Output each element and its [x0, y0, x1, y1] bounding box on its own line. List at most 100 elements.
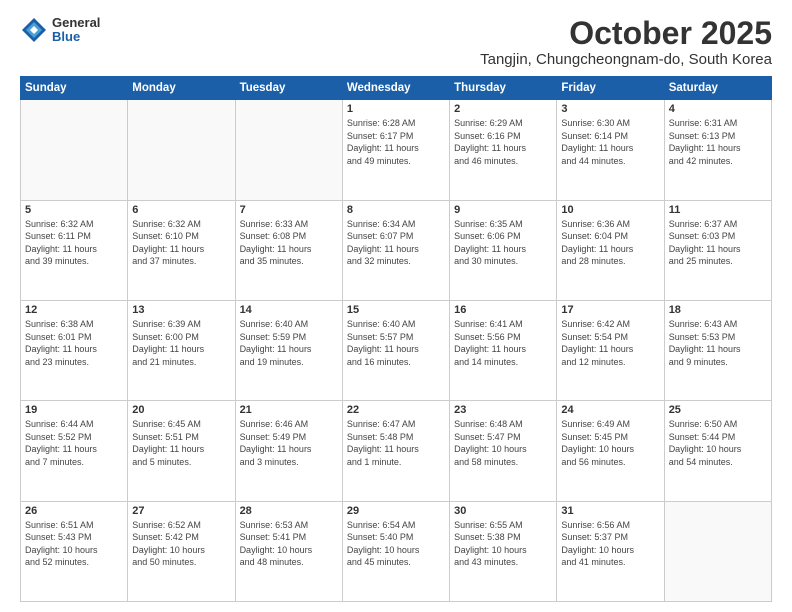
table-row: 9 Sunrise: 6:35 AM Sunset: 6:06 PM Daylig… [450, 200, 557, 300]
table-row: 6Sunrise: 6:32 AM Sunset: 6:10 PM Daylig… [128, 200, 235, 300]
day-number: 23 [454, 404, 552, 416]
day-number: 3 [561, 103, 659, 115]
day-info: Sunrise: 6:37 AM Sunset: 6:03 PM Dayligh… [669, 218, 767, 268]
calendar-body: 1 Sunrise: 6:28 AM Sunset: 6:17 PM Daylig… [21, 100, 772, 602]
day-info: Sunrise: 6:53 AM Sunset: 5:41 PM Dayligh… [240, 519, 338, 569]
table-row [21, 100, 128, 200]
col-wednesday: Wednesday [342, 77, 449, 100]
col-saturday: Saturday [664, 77, 771, 100]
table-row: 13 Sunrise: 6:39 AM Sunset: 6:00 PM Dayli… [128, 300, 235, 400]
page: General Blue October 2025 Tangjin, Chung… [0, 0, 792, 612]
day-info: Sunrise: 6:31 AM Sunset: 6:13 PM Dayligh… [669, 117, 767, 167]
table-row: 3Sunrise: 6:30 AM Sunset: 6:14 PM Daylig… [557, 100, 664, 200]
table-row: 31 Sunrise: 6:56 AM Sunset: 5:37 PM Dayli… [557, 501, 664, 601]
table-row: 22Sunrise: 6:47 AM Sunset: 5:48 PM Dayli… [342, 401, 449, 501]
logo-icon [20, 16, 48, 44]
day-number: 7 [240, 204, 338, 216]
day-info: Sunrise: 6:34 AM Sunset: 6:07 PM Dayligh… [347, 218, 445, 268]
day-number: 18 [669, 304, 767, 316]
table-row: 26 Sunrise: 6:51 AM Sunset: 5:43 PM Dayli… [21, 501, 128, 601]
day-number: 12 [25, 304, 123, 316]
table-row: 20 Sunrise: 6:45 AM Sunset: 5:51 PM Dayli… [128, 401, 235, 501]
day-number: 9 [454, 204, 552, 216]
day-number: 8 [347, 204, 445, 216]
table-row: 23 Sunrise: 6:48 AM Sunset: 5:47 PM Dayli… [450, 401, 557, 501]
day-number: 17 [561, 304, 659, 316]
calendar-week-5: 26 Sunrise: 6:51 AM Sunset: 5:43 PM Dayli… [21, 501, 772, 601]
table-row: 8 Sunrise: 6:34 AM Sunset: 6:07 PM Daylig… [342, 200, 449, 300]
table-row: 14 Sunrise: 6:40 AM Sunset: 5:59 PM Dayli… [235, 300, 342, 400]
table-row: 10 Sunrise: 6:36 AM Sunset: 6:04 PM Dayli… [557, 200, 664, 300]
table-row: 24Sunrise: 6:49 AM Sunset: 5:45 PM Dayli… [557, 401, 664, 501]
day-info: Sunrise: 6:42 AM Sunset: 5:54 PM Dayligh… [561, 318, 659, 368]
day-info: Sunrise: 6:40 AM Sunset: 5:57 PM Dayligh… [347, 318, 445, 368]
day-info: Sunrise: 6:41 AM Sunset: 5:56 PM Dayligh… [454, 318, 552, 368]
logo: General Blue [20, 16, 100, 45]
day-info: Sunrise: 6:45 AM Sunset: 5:51 PM Dayligh… [132, 418, 230, 468]
day-number: 20 [132, 404, 230, 416]
day-number: 2 [454, 103, 552, 115]
table-row: 17 Sunrise: 6:42 AM Sunset: 5:54 PM Dayli… [557, 300, 664, 400]
day-info: Sunrise: 6:54 AM Sunset: 5:40 PM Dayligh… [347, 519, 445, 569]
day-info: Sunrise: 6:36 AM Sunset: 6:04 PM Dayligh… [561, 218, 659, 268]
day-number: 11 [669, 204, 767, 216]
table-row: 21Sunrise: 6:46 AM Sunset: 5:49 PM Dayli… [235, 401, 342, 501]
day-number: 28 [240, 505, 338, 517]
day-number: 26 [25, 505, 123, 517]
day-number: 13 [132, 304, 230, 316]
table-row [664, 501, 771, 601]
table-row: 25 Sunrise: 6:50 AM Sunset: 5:44 PM Dayli… [664, 401, 771, 501]
day-info: Sunrise: 6:28 AM Sunset: 6:17 PM Dayligh… [347, 117, 445, 167]
day-info: Sunrise: 6:39 AM Sunset: 6:00 PM Dayligh… [132, 318, 230, 368]
day-number: 5 [25, 204, 123, 216]
day-number: 10 [561, 204, 659, 216]
table-row: 18 Sunrise: 6:43 AM Sunset: 5:53 PM Dayli… [664, 300, 771, 400]
day-info: Sunrise: 6:44 AM Sunset: 5:52 PM Dayligh… [25, 418, 123, 468]
col-tuesday: Tuesday [235, 77, 342, 100]
table-row: 11 Sunrise: 6:37 AM Sunset: 6:03 PM Dayli… [664, 200, 771, 300]
day-info: Sunrise: 6:32 AM Sunset: 6:11 PM Dayligh… [25, 218, 123, 268]
logo-text: General Blue [52, 16, 100, 45]
calendar-header: Sunday Monday Tuesday Wednesday Thursday… [21, 77, 772, 100]
header: General Blue October 2025 Tangjin, Chung… [20, 16, 772, 68]
table-row: 19Sunrise: 6:44 AM Sunset: 5:52 PM Dayli… [21, 401, 128, 501]
day-info: Sunrise: 6:35 AM Sunset: 6:06 PM Dayligh… [454, 218, 552, 268]
calendar-week-1: 1 Sunrise: 6:28 AM Sunset: 6:17 PM Daylig… [21, 100, 772, 200]
day-number: 29 [347, 505, 445, 517]
calendar-week-2: 5 Sunrise: 6:32 AM Sunset: 6:11 PM Daylig… [21, 200, 772, 300]
day-info: Sunrise: 6:52 AM Sunset: 5:42 PM Dayligh… [132, 519, 230, 569]
table-row: 27 Sunrise: 6:52 AM Sunset: 5:42 PM Dayli… [128, 501, 235, 601]
day-info: Sunrise: 6:43 AM Sunset: 5:53 PM Dayligh… [669, 318, 767, 368]
table-row: 4 Sunrise: 6:31 AM Sunset: 6:13 PM Daylig… [664, 100, 771, 200]
table-row: 28 Sunrise: 6:53 AM Sunset: 5:41 PM Dayli… [235, 501, 342, 601]
day-info: Sunrise: 6:48 AM Sunset: 5:47 PM Dayligh… [454, 418, 552, 468]
day-number: 6 [132, 204, 230, 216]
table-row: 16Sunrise: 6:41 AM Sunset: 5:56 PM Dayli… [450, 300, 557, 400]
day-info: Sunrise: 6:49 AM Sunset: 5:45 PM Dayligh… [561, 418, 659, 468]
day-info: Sunrise: 6:47 AM Sunset: 5:48 PM Dayligh… [347, 418, 445, 468]
table-row: 30Sunrise: 6:55 AM Sunset: 5:38 PM Dayli… [450, 501, 557, 601]
day-number: 31 [561, 505, 659, 517]
day-number: 1 [347, 103, 445, 115]
day-info: Sunrise: 6:56 AM Sunset: 5:37 PM Dayligh… [561, 519, 659, 569]
day-info: Sunrise: 6:29 AM Sunset: 6:16 PM Dayligh… [454, 117, 552, 167]
day-number: 15 [347, 304, 445, 316]
table-row: 2 Sunrise: 6:29 AM Sunset: 6:16 PM Daylig… [450, 100, 557, 200]
day-number: 4 [669, 103, 767, 115]
day-number: 27 [132, 505, 230, 517]
title-block: October 2025 Tangjin, Chungcheongnam-do,… [480, 16, 772, 68]
day-info: Sunrise: 6:51 AM Sunset: 5:43 PM Dayligh… [25, 519, 123, 569]
col-friday: Friday [557, 77, 664, 100]
calendar-week-3: 12Sunrise: 6:38 AM Sunset: 6:01 PM Dayli… [21, 300, 772, 400]
calendar-week-4: 19Sunrise: 6:44 AM Sunset: 5:52 PM Dayli… [21, 401, 772, 501]
day-number: 14 [240, 304, 338, 316]
table-row: 7Sunrise: 6:33 AM Sunset: 6:08 PM Daylig… [235, 200, 342, 300]
day-number: 25 [669, 404, 767, 416]
day-number: 21 [240, 404, 338, 416]
header-row: Sunday Monday Tuesday Wednesday Thursday… [21, 77, 772, 100]
day-info: Sunrise: 6:40 AM Sunset: 5:59 PM Dayligh… [240, 318, 338, 368]
table-row: 15 Sunrise: 6:40 AM Sunset: 5:57 PM Dayli… [342, 300, 449, 400]
day-info: Sunrise: 6:50 AM Sunset: 5:44 PM Dayligh… [669, 418, 767, 468]
table-row: 1 Sunrise: 6:28 AM Sunset: 6:17 PM Daylig… [342, 100, 449, 200]
sub-title: Tangjin, Chungcheongnam-do, South Korea [480, 51, 772, 68]
